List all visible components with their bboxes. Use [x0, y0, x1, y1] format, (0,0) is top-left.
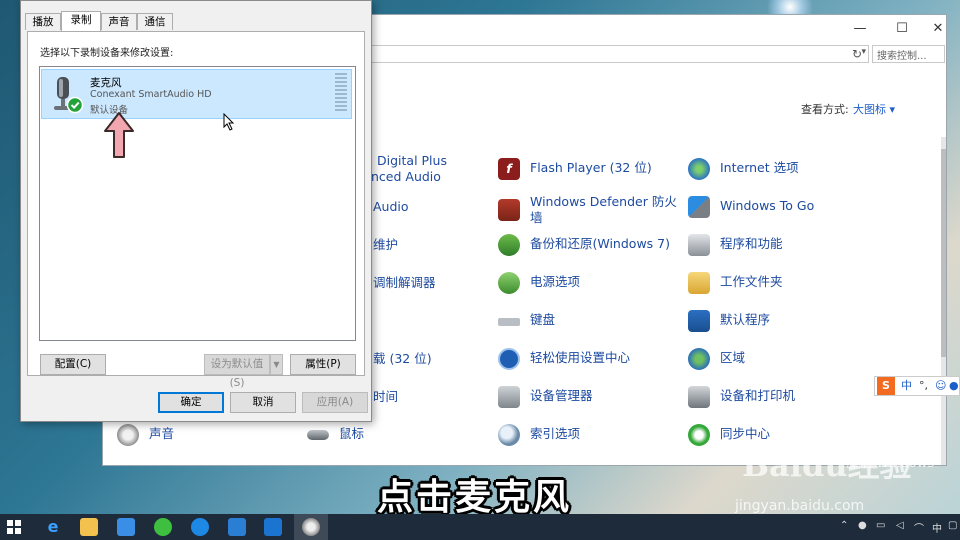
internet-icon	[688, 158, 710, 180]
windows-start-icon[interactable]	[7, 520, 21, 534]
scrollbar-thumb[interactable]	[941, 149, 946, 357]
pink-arrow-annotation	[104, 112, 134, 158]
region-icon	[688, 348, 710, 370]
device-driver: Conexant SmartAudio HD	[90, 89, 212, 100]
default-programs-icon	[688, 310, 710, 332]
tray-network-icon[interactable]: ⌒	[914, 520, 924, 535]
ime-punct[interactable]: °,	[919, 377, 928, 395]
desktop-glow	[760, 0, 820, 14]
tab-playback[interactable]: 播放	[25, 13, 61, 30]
windows-to-go-icon	[688, 196, 710, 218]
device-manager-icon	[498, 386, 520, 408]
level-meter	[335, 73, 347, 115]
device-list[interactable]: 麦克风 Conexant SmartAudio HD 默认设备	[39, 66, 356, 341]
sound-settings-icon[interactable]	[302, 518, 320, 536]
keyboard-icon	[498, 318, 520, 326]
video-caption: 点击麦克风	[377, 477, 573, 518]
speaker-icon	[117, 424, 139, 446]
tray-app-icon[interactable]: ●	[858, 520, 867, 531]
maximize-button[interactable]: ☐	[885, 17, 919, 41]
microphone-icon	[54, 77, 84, 114]
emoji-icon[interactable]: ☺	[935, 377, 946, 395]
search-input[interactable]: 搜索控制...	[872, 45, 945, 63]
address-bar[interactable]: ▾	[363, 45, 869, 63]
recording-panel: 选择以下录制设备来修改设置: 麦克风 Conexant SmartAudio H…	[27, 31, 365, 389]
apply-button[interactable]: 应用(A)	[302, 392, 368, 413]
tab-recording[interactable]: 录制	[61, 11, 101, 31]
refresh-icon[interactable]: ↻	[849, 45, 865, 63]
tray-volume-icon[interactable]: ◁	[896, 520, 904, 531]
configure-button[interactable]: 配置(C)	[40, 354, 106, 375]
ime-lang[interactable]: 中	[901, 377, 912, 395]
file-explorer-icon[interactable]	[80, 518, 98, 536]
tab-sounds[interactable]: 声音	[101, 13, 137, 30]
device-row-microphone[interactable]: 麦克风 Conexant SmartAudio HD 默认设备	[41, 69, 352, 119]
tab-communications[interactable]: 通信	[137, 13, 173, 30]
ease-access-icon	[498, 348, 520, 370]
sound-dialog: 播放 录制 声音 通信 选择以下录制设备来修改设置: 麦克风 Conexant …	[20, 0, 372, 422]
partial-item-text[interactable]: nced Audio	[371, 169, 441, 185]
index-icon	[498, 424, 520, 446]
wechat-icon[interactable]	[154, 518, 172, 536]
microphone-icon[interactable]: ●	[949, 377, 959, 395]
taskbar: e ⌃ ● ▭ ◁ ⌒ 中 ▢	[0, 514, 960, 540]
firewall-icon	[498, 199, 520, 221]
device-name: 麦克风	[90, 77, 122, 89]
ime-toolbar[interactable]: S 中 °, ☺ ●	[874, 376, 960, 396]
minimize-button[interactable]: —	[843, 17, 877, 41]
baidu-watermark-url: jingyan.baidu.com	[735, 498, 865, 514]
notification-icon[interactable]: ▢	[948, 520, 957, 531]
browser-icon[interactable]	[191, 518, 209, 536]
programs-icon	[688, 234, 710, 256]
baidu-watermark: Baidu经验	[742, 446, 912, 484]
prompt-text: 选择以下录制设备来修改设置:	[40, 48, 174, 59]
set-default-dropdown[interactable]: ▼	[270, 354, 283, 375]
properties-button[interactable]: 属性(P)	[290, 354, 356, 375]
phone-app-icon[interactable]	[228, 518, 246, 536]
tray-battery-icon[interactable]: ▭	[876, 520, 885, 531]
view-by-label: 查看方式:	[801, 103, 849, 116]
backup-icon	[498, 234, 520, 256]
power-icon	[498, 272, 520, 294]
cancel-button[interactable]: 取消	[230, 392, 296, 413]
edge-icon[interactable]: e	[44, 518, 62, 536]
word-icon[interactable]	[264, 518, 282, 536]
close-button[interactable]: ✕	[921, 17, 946, 41]
partial-item-text[interactable]: 调制解调器	[373, 275, 436, 291]
partial-item-text[interactable]: 维护	[373, 237, 398, 253]
partial-item-text[interactable]: 时间	[373, 389, 398, 405]
mouse-cursor-icon	[223, 113, 235, 131]
work-folders-icon	[688, 272, 710, 294]
mouse-icon	[307, 430, 329, 440]
printer-icon	[688, 386, 710, 408]
flash-icon: f	[498, 158, 520, 180]
sync-icon	[688, 424, 710, 446]
partial-item-text[interactable]: Digital Plus	[377, 153, 447, 169]
partial-item-text[interactable]: Audio	[373, 199, 409, 215]
partial-item-text[interactable]: 载 (32 位)	[373, 351, 432, 367]
set-default-button[interactable]: 设为默认值(S)	[204, 354, 270, 389]
store-icon[interactable]	[117, 518, 135, 536]
tray-chevron-icon[interactable]: ⌃	[840, 520, 848, 531]
sogou-logo-icon: S	[877, 377, 895, 395]
ok-button[interactable]: 确定	[158, 392, 224, 413]
view-by-dropdown[interactable]: 大图标 ▾	[853, 101, 895, 117]
tray-ime-indicator[interactable]: 中	[932, 520, 942, 535]
